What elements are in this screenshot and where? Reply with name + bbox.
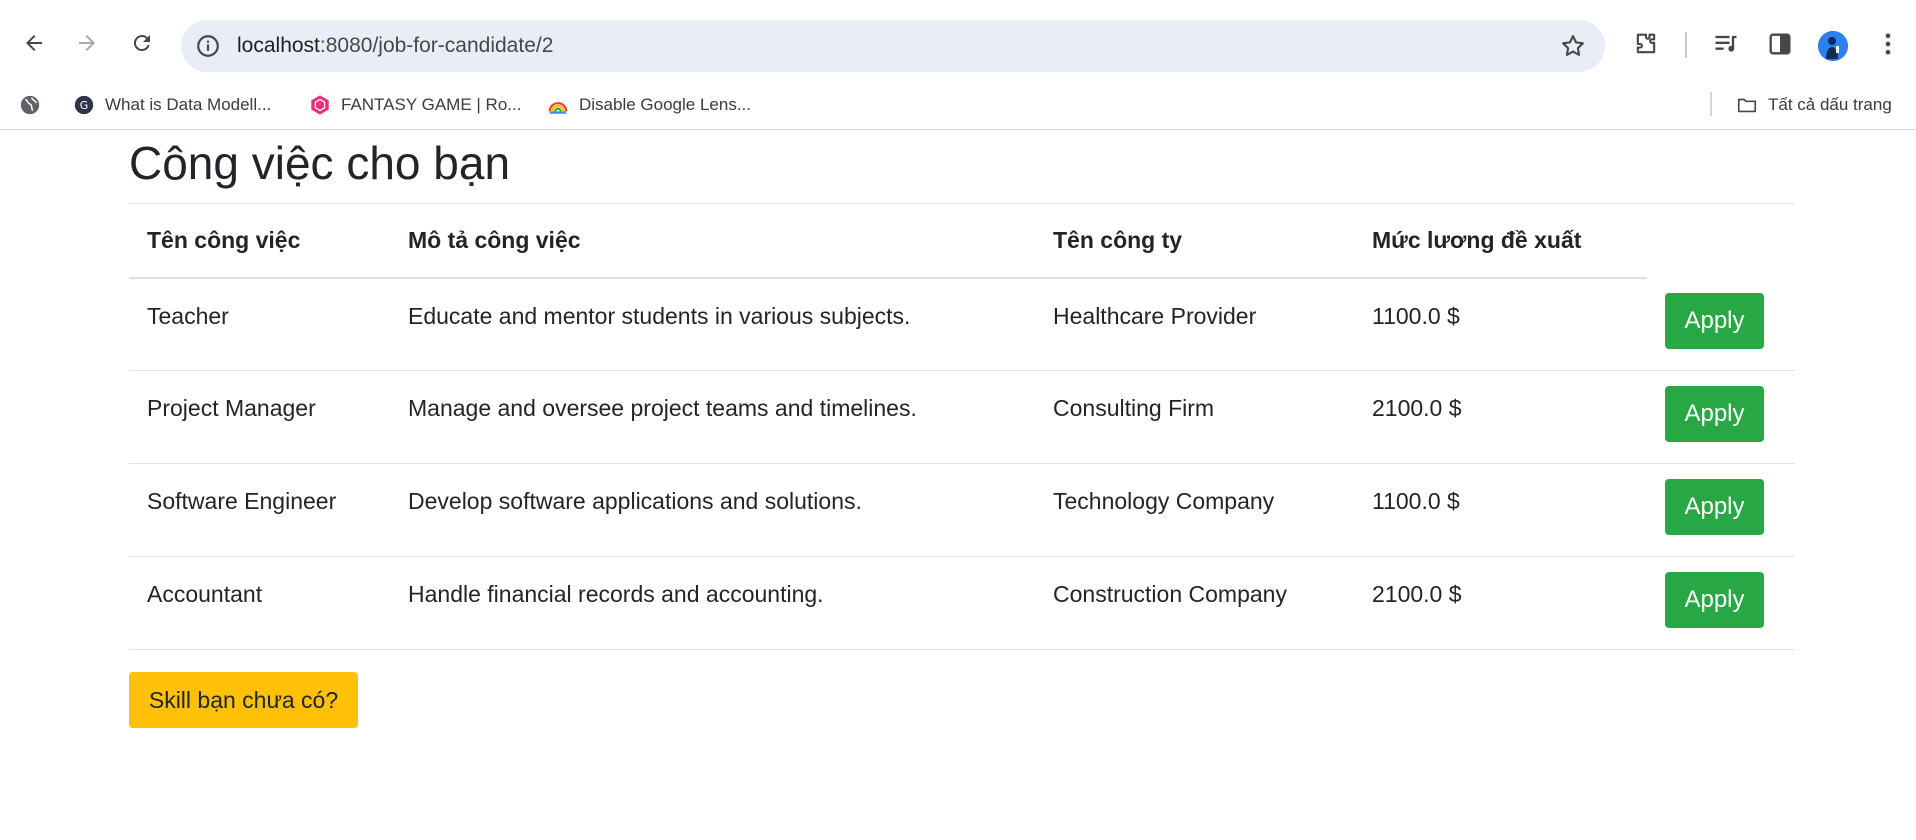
profile-picture-icon — [1818, 31, 1848, 61]
job-name: Software Engineer — [129, 463, 390, 557]
table-body: Teacher Educate and mentor students in v… — [129, 277, 1795, 650]
job-description: Handle financial records and accounting. — [390, 556, 1035, 650]
bookmark-item[interactable]: Disable Google Lens... — [547, 92, 751, 118]
bookmark-label: Disable Google Lens... — [579, 95, 751, 114]
salary: 1100.0 $ — [1354, 277, 1647, 371]
globe-icon — [20, 95, 40, 115]
action-cell: Apply — [1647, 277, 1795, 371]
jobs-table: Tên công việc Mô tả công việc Tên công t… — [129, 203, 1795, 650]
job-description: Develop software applications and soluti… — [390, 463, 1035, 557]
salary: 2100.0 $ — [1354, 556, 1647, 650]
forward-button[interactable] — [70, 26, 104, 60]
company-name: Healthcare Provider — [1035, 277, 1354, 371]
job-name: Teacher — [129, 277, 390, 371]
bookmark-label: FANTASY GAME | Ro... — [341, 95, 522, 114]
column-header-salary: Mức lương đề xuất — [1354, 203, 1647, 279]
company-name: Consulting Firm — [1035, 370, 1354, 464]
kebab-menu-icon[interactable] — [1874, 30, 1902, 58]
table-row: Project Manager Manage and oversee proje… — [129, 370, 1795, 464]
profile-avatar[interactable] — [1818, 31, 1848, 61]
browser-toolbar: localhost:8080/job-for-candidate/2 — [0, 0, 1916, 90]
job-description: Manage and oversee project teams and tim… — [390, 370, 1035, 464]
column-header-description: Mô tả công việc — [390, 203, 1035, 279]
apps-shortcut[interactable] — [19, 92, 51, 118]
url-path: :8080/job-for-candidate/2 — [319, 34, 554, 57]
media-queue-icon[interactable] — [1712, 30, 1740, 58]
arrow-right-icon — [79, 35, 95, 51]
reload-icon — [133, 35, 150, 52]
site-info-icon[interactable] — [195, 33, 221, 59]
table-header: Tên công việc Mô tả công việc Tên công t… — [129, 203, 1795, 279]
apply-button[interactable]: Apply — [1665, 292, 1764, 349]
bookmark-star-icon[interactable] — [1559, 32, 1587, 60]
bookmarks-bar: G What is Data Modell... FANTASY GAME | … — [0, 82, 1916, 130]
table-row: Teacher Educate and mentor students in v… — [129, 277, 1795, 371]
apply-button[interactable]: Apply — [1665, 572, 1764, 628]
action-cell: Apply — [1647, 370, 1795, 464]
missing-skills-button[interactable]: Skill bạn chưa có? — [129, 672, 358, 728]
bookmark-item[interactable]: G What is Data Modell... — [73, 92, 271, 118]
arrow-left-icon — [26, 35, 42, 51]
address-bar[interactable]: localhost:8080/job-for-candidate/2 — [181, 20, 1605, 72]
company-name: Technology Company — [1035, 463, 1354, 557]
all-bookmarks-label: Tất cả dấu trang — [1768, 95, 1892, 114]
column-header-company: Tên công ty — [1035, 203, 1354, 279]
folder-icon — [1737, 98, 1757, 113]
bookmark-label: What is Data Modell... — [105, 95, 272, 114]
url-text[interactable]: localhost:8080/job-for-candidate/2 — [237, 34, 553, 58]
table-row: Software Engineer Develop software appli… — [129, 463, 1795, 557]
action-cell: Apply — [1647, 556, 1795, 650]
apply-button[interactable]: Apply — [1665, 386, 1764, 442]
side-panel-icon[interactable] — [1766, 30, 1794, 58]
bookmarks-divider — [1710, 92, 1712, 116]
salary: 2100.0 $ — [1354, 370, 1647, 464]
action-cell: Apply — [1647, 463, 1795, 557]
reload-button[interactable] — [125, 26, 159, 60]
header-row: Tên công việc Mô tả công việc Tên công t… — [129, 203, 1795, 279]
job-description: Educate and mentor students in various s… — [390, 277, 1035, 371]
salary: 1100.0 $ — [1354, 463, 1647, 557]
company-name: Construction Company — [1035, 556, 1354, 650]
toolbar-divider — [1685, 32, 1687, 58]
column-header-job-name: Tên công việc — [129, 203, 390, 279]
job-name: Accountant — [129, 556, 390, 650]
page-title: Công việc cho bạn — [129, 137, 511, 189]
job-name: Project Manager — [129, 370, 390, 464]
apply-button[interactable]: Apply — [1665, 479, 1764, 535]
g-logo-icon: G — [74, 95, 94, 115]
rainbow-icon — [548, 102, 568, 114]
back-button[interactable] — [17, 26, 51, 60]
fantasy-game-icon — [311, 95, 329, 115]
column-header-action — [1647, 204, 1795, 278]
url-host: localhost — [237, 34, 320, 57]
table-row: Accountant Handle financial records and … — [129, 556, 1795, 650]
extensions-puzzle-icon[interactable] — [1632, 30, 1660, 58]
svg-text:G: G — [80, 99, 89, 112]
bookmark-item[interactable]: FANTASY GAME | Ro... — [309, 92, 521, 118]
all-bookmarks-folder[interactable]: Tất cả dấu trang — [1736, 92, 1892, 118]
